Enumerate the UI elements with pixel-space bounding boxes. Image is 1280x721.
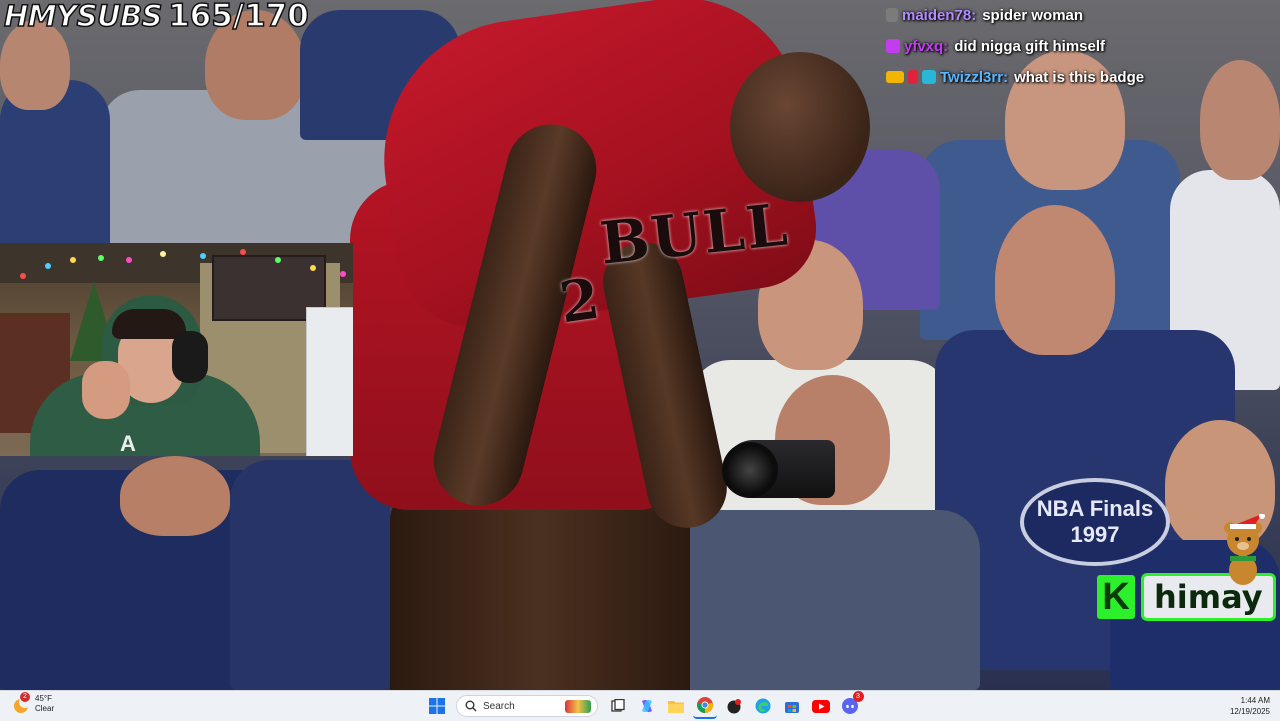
nba-finals-logo: NBA Finals 1997 — [1020, 478, 1170, 566]
headset-icon — [172, 331, 208, 383]
chat-text: did nigga gift himself — [954, 37, 1106, 55]
sub-goal-label: HMYSUBS — [3, 0, 163, 34]
discord-button[interactable]: 3 — [838, 691, 864, 718]
copilot-button[interactable] — [635, 694, 659, 718]
chrome-button[interactable] — [692, 693, 717, 719]
chat-badge-icon — [886, 8, 898, 22]
weather-temperature: 45°F — [35, 694, 52, 703]
string-light — [240, 249, 246, 255]
camera-lens — [722, 442, 778, 498]
taskbar-apps: Search 3 — [422, 691, 864, 719]
chrome-icon — [696, 697, 713, 713]
chat-username: yfvxq: — [904, 37, 949, 55]
chat-message: yfvxq: did nigga gift himself — [886, 35, 1276, 57]
streamer-hair — [112, 309, 186, 339]
webcam-feed: A — [0, 243, 353, 456]
chat-overlay: maiden78: spider woman yfvxq: did nigga … — [886, 4, 1276, 97]
string-light — [310, 265, 316, 271]
clock-date: 12/19/2025 — [1229, 707, 1270, 716]
clock-time: 1:44 AM — [1240, 696, 1270, 705]
chat-badge-icon — [886, 71, 904, 83]
string-light — [275, 257, 281, 263]
string-light — [340, 271, 346, 277]
chat-text: what is this badge — [1014, 68, 1145, 86]
string-light — [126, 257, 132, 263]
weather-widget[interactable]: 2 45°F Clear — [12, 692, 54, 714]
chat-badge-icon — [886, 39, 900, 53]
game-icon — [727, 699, 741, 714]
weather-alert-badge: 2 — [20, 692, 30, 702]
copilot-icon — [641, 699, 652, 713]
crowd-person — [120, 456, 230, 536]
discord-notification-badge: 3 — [852, 691, 864, 702]
christmas-bear-icon — [1224, 514, 1265, 585]
player-head — [730, 52, 870, 202]
crowd-person — [995, 205, 1115, 355]
chat-username: maiden78: — [902, 6, 977, 24]
chat-message: Twizzl3rr: what is this badge — [886, 66, 1276, 88]
taskbar: 2 45°F Clear Search 3 1:44 AM 12/19/2025 — [0, 690, 1280, 721]
store-button[interactable] — [780, 694, 804, 718]
string-light — [70, 257, 76, 263]
string-light — [98, 255, 104, 261]
hoodie-logo: A — [120, 431, 136, 456]
weather-moon-icon: 2 — [12, 692, 31, 713]
nba-finals-logo-text: NBA Finals 1997 — [1036, 496, 1154, 547]
system-clock[interactable]: 1:44 AM 12/19/2025 — [1230, 695, 1270, 717]
task-view-icon — [610, 699, 625, 712]
string-light — [160, 251, 166, 257]
task-view-button[interactable] — [606, 694, 630, 718]
chat-message: maiden78: spider woman — [886, 4, 1276, 26]
chat-badge-icon — [922, 70, 936, 84]
chat-text: spider woman — [982, 6, 1084, 24]
chat-badge-icon — [908, 70, 918, 84]
streamer-hand — [82, 361, 130, 419]
search-placeholder: Search — [483, 700, 515, 712]
sub-goal-count: 165/170 — [167, 0, 309, 35]
sub-goal-overlay: HMYSUBS 165/170 — [3, 0, 309, 38]
webcam-fridge — [306, 307, 353, 456]
weather-text: 45°F Clear — [35, 694, 54, 714]
crowd-person — [230, 460, 390, 690]
chat-username: Twizzl3rr: — [940, 68, 1009, 86]
edge-icon — [755, 698, 770, 714]
start-icon — [428, 698, 445, 714]
string-light — [200, 253, 206, 259]
string-light — [45, 263, 51, 269]
search-icon — [465, 700, 477, 712]
player-legs — [390, 490, 690, 690]
game-app-button[interactable] — [722, 694, 746, 718]
edge-button[interactable] — [751, 694, 775, 718]
file-explorer-button[interactable] — [664, 694, 688, 718]
store-icon — [784, 702, 799, 713]
start-button[interactable] — [425, 694, 449, 718]
youtube-button[interactable] — [809, 694, 833, 718]
file-explorer-icon — [667, 701, 684, 713]
kick-k-icon: K — [1097, 575, 1135, 619]
crowd-person — [680, 510, 980, 690]
gift-icon — [565, 700, 591, 713]
search-input[interactable]: Search — [456, 695, 598, 717]
weather-condition: Clear — [35, 704, 55, 713]
string-light — [20, 273, 26, 279]
youtube-icon — [811, 699, 830, 713]
